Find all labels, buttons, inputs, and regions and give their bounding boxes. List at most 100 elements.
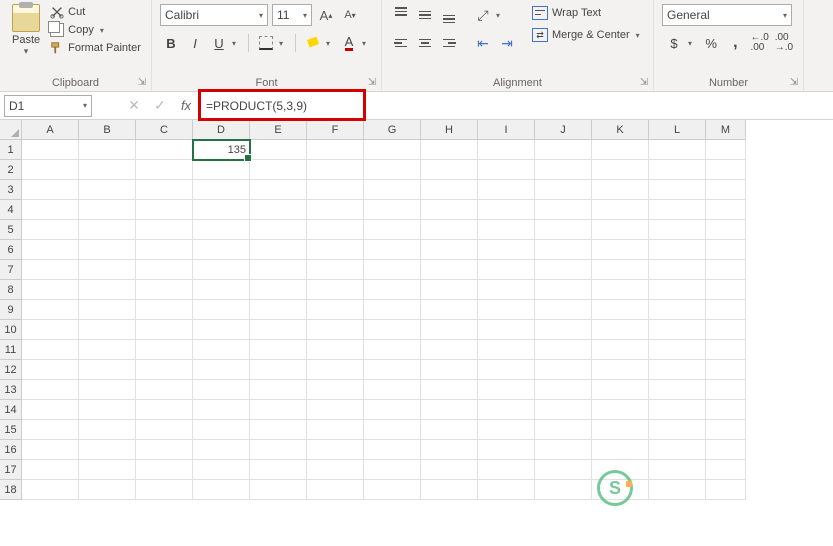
cell[interactable] [649,180,706,200]
cell[interactable] [649,440,706,460]
cell[interactable] [136,180,193,200]
currency-button[interactable]: $ [662,32,686,54]
column-header[interactable]: M [706,120,746,140]
cell[interactable] [478,140,535,160]
underline-button[interactable]: U [208,32,230,54]
cell[interactable] [250,460,307,480]
cell[interactable] [706,480,746,500]
cell[interactable] [307,460,364,480]
cell[interactable] [364,260,421,280]
shrink-font-button[interactable]: A▾ [340,5,360,25]
cell[interactable] [307,400,364,420]
cell[interactable] [421,400,478,420]
cell[interactable] [307,240,364,260]
cell[interactable] [307,160,364,180]
row-header[interactable]: 17 [0,460,22,480]
row-header[interactable]: 13 [0,380,22,400]
cell[interactable] [79,220,136,240]
cell[interactable] [649,260,706,280]
row-header[interactable]: 6 [0,240,22,260]
cell[interactable] [364,340,421,360]
cell[interactable] [478,160,535,180]
cell[interactable] [649,220,706,240]
column-header[interactable]: E [250,120,307,140]
cell[interactable] [649,420,706,440]
cell[interactable] [193,200,250,220]
cell[interactable] [421,420,478,440]
cell[interactable] [535,460,592,480]
chevron-down-icon[interactable]: ▾ [259,11,263,20]
cell[interactable] [706,160,746,180]
cell[interactable] [193,400,250,420]
cell[interactable] [136,360,193,380]
row-header[interactable]: 16 [0,440,22,460]
cell[interactable] [307,140,364,160]
cell[interactable] [193,280,250,300]
cell[interactable] [706,440,746,460]
cell[interactable] [706,260,746,280]
cell[interactable] [79,460,136,480]
row-header[interactable]: 3 [0,180,22,200]
cell[interactable] [136,280,193,300]
chevron-down-icon[interactable]: ▾ [636,31,640,40]
decrease-indent-button[interactable]: ⇤ [472,32,494,54]
cell[interactable] [250,340,307,360]
cell[interactable] [421,480,478,500]
cell[interactable] [706,220,746,240]
cell[interactable] [193,340,250,360]
cut-button[interactable]: Cut [48,4,143,20]
cell[interactable] [478,280,535,300]
border-button[interactable] [255,32,277,54]
alignment-dialog-launcher[interactable]: ⇲ [637,75,651,89]
chevron-down-icon[interactable]: ▾ [279,39,289,48]
cell[interactable] [307,300,364,320]
cell[interactable] [136,460,193,480]
cell[interactable] [22,380,79,400]
percent-button[interactable]: % [700,32,722,54]
column-header[interactable]: H [421,120,478,140]
cell[interactable] [706,300,746,320]
cell[interactable] [421,180,478,200]
cell[interactable] [364,280,421,300]
cell[interactable] [478,220,535,240]
cell[interactable] [649,480,706,500]
cell[interactable] [250,480,307,500]
chevron-down-icon[interactable]: ▾ [326,39,336,48]
cell[interactable] [307,360,364,380]
cell[interactable] [535,320,592,340]
cell[interactable] [706,320,746,340]
column-header[interactable]: K [592,120,649,140]
cell[interactable] [535,240,592,260]
cell[interactable] [79,320,136,340]
cell[interactable] [22,160,79,180]
cell[interactable] [649,400,706,420]
cell[interactable] [535,380,592,400]
cell[interactable] [592,240,649,260]
formula-input[interactable]: =PRODUCT(5,3,9) [202,94,829,118]
cell[interactable] [79,160,136,180]
merge-center-button[interactable]: ⇄ Merge & Center ▾ [530,26,642,44]
cell[interactable] [307,200,364,220]
cell[interactable] [193,240,250,260]
cell[interactable] [79,340,136,360]
cell[interactable] [364,360,421,380]
align-top-button[interactable] [390,4,412,26]
cell[interactable] [592,380,649,400]
cell[interactable] [193,180,250,200]
cell[interactable] [706,180,746,200]
cell[interactable] [22,140,79,160]
cell[interactable] [421,460,478,480]
cell[interactable] [79,420,136,440]
cell[interactable] [193,300,250,320]
cell[interactable] [307,420,364,440]
cell[interactable] [592,180,649,200]
cell[interactable] [250,200,307,220]
cell[interactable] [364,460,421,480]
chevron-down-icon[interactable]: ▾ [83,101,87,110]
column-header[interactable]: C [136,120,193,140]
copy-button[interactable]: Copy ▾ [48,22,143,38]
orientation-button[interactable]: ⤢ [472,4,494,26]
cell[interactable] [250,420,307,440]
cell[interactable] [364,200,421,220]
cell[interactable] [421,380,478,400]
